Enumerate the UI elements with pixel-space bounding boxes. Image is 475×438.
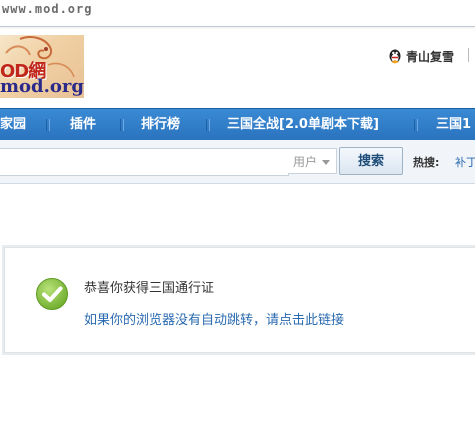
top-bar: www.mod.org xyxy=(0,0,475,27)
nav-item-rankings[interactable]: 排行榜 xyxy=(141,109,180,141)
search-input[interactable] xyxy=(0,148,289,176)
nav-divider xyxy=(120,119,124,131)
user-menu[interactable]: 青山复雪 xyxy=(388,46,454,66)
header-divider xyxy=(468,48,469,62)
search-button[interactable]: 搜索 xyxy=(339,147,403,175)
nav-item-sanguo-1[interactable]: 三国1 xyxy=(436,109,471,141)
nav-divider xyxy=(206,119,210,131)
nav-divider xyxy=(414,119,418,131)
message-title: 恭喜你获得三国通行证 xyxy=(84,281,215,296)
logo-text-bottom: mod.org xyxy=(0,76,84,97)
message-box: 恭喜你获得三国通行证 如果你的浏览器没有自动跳转，请点击此链接 xyxy=(2,245,475,355)
chevron-down-icon xyxy=(322,160,330,165)
qq-penguin-icon xyxy=(389,49,401,64)
check-circle-icon xyxy=(36,278,68,310)
redirect-link[interactable]: 如果你的浏览器没有自动跳转，请点击此链接 xyxy=(84,309,344,328)
main-nav: 家园 插件 排行榜 三国全战[2.0单剧本下载] 三国1 xyxy=(0,108,475,142)
nav-item-plugins[interactable]: 插件 xyxy=(70,109,96,141)
search-bar: 用户 搜索 热搜: 补丁 xyxy=(0,140,475,184)
nav-divider xyxy=(46,119,50,131)
nav-item-sanguo-download[interactable]: 三国全战[2.0单剧本下载] xyxy=(227,109,379,141)
site-url: www.mod.org xyxy=(2,2,93,16)
hot-search-link[interactable]: 补丁 xyxy=(455,154,475,170)
search-type-select[interactable]: 用户 xyxy=(288,148,337,174)
search-type-label: 用户 xyxy=(293,155,318,169)
hot-search-label: 热搜: xyxy=(413,156,440,169)
nav-item-home[interactable]: 家园 xyxy=(0,109,26,141)
user-name-link[interactable]: 青山复雪 xyxy=(406,48,454,65)
message-box-border xyxy=(4,247,475,353)
